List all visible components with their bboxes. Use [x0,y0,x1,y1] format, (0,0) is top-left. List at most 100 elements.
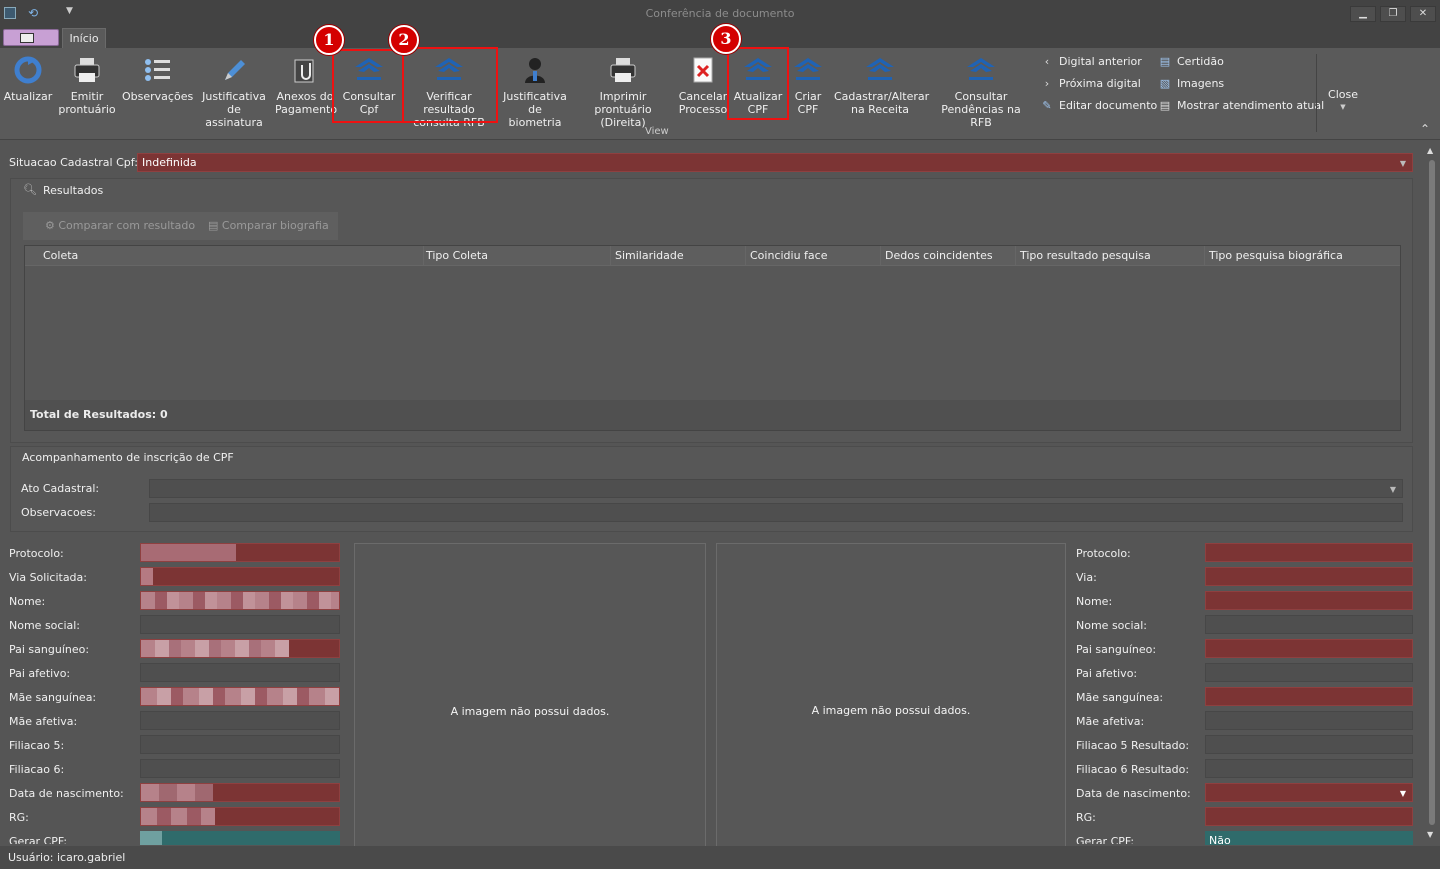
certidao-button[interactable]: ▤ Certidão [1158,53,1224,71]
list-icon [141,54,173,86]
editar-documento-button[interactable]: ✎ Editar documento [1040,97,1157,115]
compare-bio-label: Comparar biografia [221,219,329,232]
pen-icon [218,54,250,86]
total-resultados: Total de Resultados: 0 [30,408,168,421]
observacoes-button[interactable]: Observações [122,50,193,134]
right-nome-social-field[interactable] [1205,615,1413,634]
col-tipo-biografica[interactable]: Tipo pesquisa biográfica [1205,246,1400,266]
resultados-toolbar: ⚙ Comparar com resultado ▤ Comparar biog… [23,212,338,240]
col-coincidiu-face[interactable]: Coincidiu face [746,246,881,266]
left-pai-afetivo-field[interactable] [140,663,340,682]
left-filiacao6-field[interactable] [140,759,340,778]
right-rg-field[interactable] [1205,807,1413,826]
mostrar-atendimento-button[interactable]: ▤ Mostrar atendimento atual [1158,97,1324,115]
right-protocolo-field[interactable] [1205,543,1413,562]
left-image-panel: A imagem não possui dados. [354,543,706,848]
ato-cadastral-select[interactable]: ▼ [149,479,1403,498]
file-menu-button[interactable] [3,29,59,46]
right-nome-social-label: Nome social: [1076,619,1148,632]
situacao-label: Situacao Cadastral Cpf: [9,156,138,169]
left-rg-field[interactable] [140,807,340,826]
proxima-digital-label: Próxima digital [1059,77,1141,90]
left-pai-sanguineo-field[interactable] [140,639,340,658]
right-via-label: Via: [1076,571,1097,584]
left-nome-field[interactable] [140,591,340,610]
emitir-prontuario-label: Emitir prontuário [58,90,116,116]
consultar-pendencias-rfb-label: Consultar Pendências na RFB [941,90,1021,129]
imprimir-prontuario-direita-button[interactable]: Imprimir prontuário (Direita) [574,50,672,134]
compare-result-button[interactable]: ⚙ Comparar com resultado [45,219,195,232]
anexos-pagamento-button[interactable]: Anexos do Pagamento [275,50,337,134]
emitir-prontuario-button[interactable]: Emitir prontuário [57,50,117,134]
compare-bio-button[interactable]: ▤ Comparar biografia [208,219,329,232]
criar-cpf-button[interactable]: Criar CPF [786,50,830,134]
right-via-field[interactable] [1205,567,1413,586]
proxima-digital-button[interactable]: › Próxima digital [1040,75,1141,93]
grid-header: Coleta Tipo Coleta Similaridade Coincidi… [25,246,1400,266]
consultar-pendencias-rfb-button[interactable]: Consultar Pendências na RFB [930,50,1032,134]
left-nascimento-field[interactable] [140,783,340,802]
scroll-up-icon[interactable]: ▲ [1427,146,1433,155]
right-filiacao5-field[interactable] [1205,735,1413,754]
restore-button[interactable]: ❐ [1380,6,1406,22]
refresh-icon [12,54,44,86]
left-mae-sanguinea-label: Mãe sanguínea: [9,691,97,704]
col-dedos[interactable]: Dedos coincidentes [881,246,1016,266]
digital-anterior-button[interactable]: ‹ Digital anterior [1040,53,1142,71]
col-coleta[interactable]: Coleta [39,246,424,266]
cancelar-processo-button[interactable]: Cancelar Processo [676,50,730,134]
printer-icon [71,54,103,86]
right-rg-label: RG: [1076,811,1096,824]
right-mae-afetiva-field[interactable] [1205,711,1413,730]
right-nome-field[interactable] [1205,591,1413,610]
resultados-group: 🔍︎ Resultados ⚙ Comparar com resultado ▤… [10,178,1413,443]
scrollbar-thumb[interactable] [1429,160,1435,825]
situacao-select[interactable]: Indefinida ▼ [137,153,1413,172]
left-gerar-cpf-field[interactable] [140,831,340,845]
left-mae-sanguinea-field[interactable] [140,687,340,706]
edit-document-icon: ✎ [1042,99,1052,112]
left-filiacao5-field[interactable] [140,735,340,754]
justificativa-assinatura-label: Justificativa de assinatura [202,90,266,129]
right-pai-afetivo-field[interactable] [1205,663,1413,682]
left-via-field[interactable] [140,567,340,586]
left-protocolo-field[interactable] [140,543,340,562]
right-mae-sanguinea-field[interactable] [1205,687,1413,706]
window-title: Conferência de documento [645,7,795,20]
col-tipo-coleta[interactable]: Tipo Coleta [422,246,611,266]
right-pai-sanguineo-field[interactable] [1205,639,1413,658]
resultados-grid: Coleta Tipo Coleta Similaridade Coincidi… [24,245,1401,431]
observacoes-field[interactable] [149,503,1403,522]
ribbon-separator [1316,54,1317,132]
left-nome-social-field[interactable] [140,615,340,634]
situacao-value: Indefinida [142,156,197,169]
file-menu-icon [20,33,34,43]
close-window-button[interactable]: ✕ [1410,6,1436,22]
atualizar-button[interactable]: Atualizar [2,50,54,134]
criar-cpf-label: Criar CPF [794,90,822,116]
col-tipo-resultado[interactable]: Tipo resultado pesquisa [1016,246,1205,266]
right-filiacao6-field[interactable] [1205,759,1413,778]
imagens-button[interactable]: ▧ Imagens [1158,75,1224,93]
left-filiacao5-label: Filiacao 5: [9,739,65,752]
right-nascimento-field[interactable]: ▼ [1205,783,1413,802]
col-similaridade[interactable]: Similaridade [611,246,746,266]
highlight-box-2 [402,47,498,123]
grid-footer: Total de Resultados: 0 [25,400,1400,430]
justificativa-biometria-button[interactable]: Justificativa de biometria [502,50,568,134]
receita-federal-icon [792,54,824,86]
justificativa-assinatura-button[interactable]: Justificativa de assinatura [198,50,270,134]
atualizar-label: Atualizar [3,90,53,103]
left-mae-afetiva-field[interactable] [140,711,340,730]
cadastrar-alterar-receita-button[interactable]: Cadastrar/Alterar na Receita [834,50,929,134]
tab-inicio[interactable]: Início [62,28,106,48]
scroll-down-icon[interactable]: ▼ [1427,830,1433,839]
right-filiacao5-label: Filiacao 5 Resultado: [1076,739,1190,752]
minimize-button[interactable]: ▁ [1350,6,1376,22]
certidao-label: Certidão [1177,55,1224,68]
right-nascimento-label: Data de nascimento: [1076,787,1191,800]
right-gerar-cpf-select[interactable]: Não [1205,831,1413,845]
collapse-ribbon-icon[interactable]: ⌃ [1420,122,1430,136]
right-mae-afetiva-label: Mãe afetiva: [1076,715,1145,728]
resultados-title: Resultados [43,184,104,197]
